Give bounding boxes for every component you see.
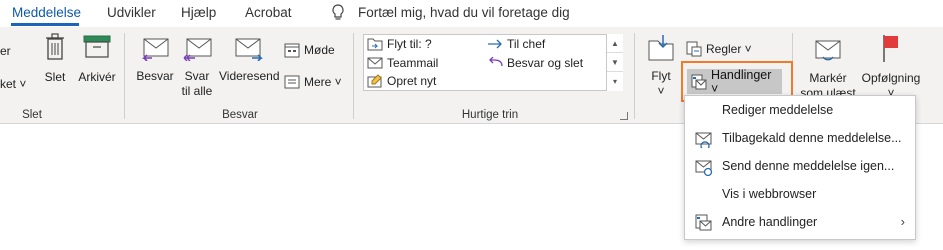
menu-item-label: Andre handlinger xyxy=(722,215,818,229)
active-tab-underline xyxy=(11,23,79,26)
calendar-icon xyxy=(284,43,300,58)
tab-acrobat[interactable]: Acrobat xyxy=(245,5,292,20)
move-icon xyxy=(648,35,674,61)
menu-item-label: Rediger meddelelse xyxy=(722,103,834,117)
more-label: Mere ˅ xyxy=(304,75,342,89)
recall-icon xyxy=(695,130,713,151)
meeting-button[interactable]: Møde xyxy=(284,42,335,58)
reply-delete-icon xyxy=(489,57,503,67)
quick-step-reply-delete[interactable]: Besvar og slet xyxy=(487,56,583,70)
quick-step-create-new[interactable]: Opret nyt xyxy=(367,74,436,88)
move-folder-icon xyxy=(367,38,383,51)
reply-all-button[interactable]: Svar til alle xyxy=(177,37,217,99)
rules-button[interactable]: Regler ˅ xyxy=(686,41,752,57)
reply-icon xyxy=(142,38,169,62)
mark-unread-icon xyxy=(815,40,841,61)
more-icon xyxy=(284,75,300,89)
menu-item-view-in-browser[interactable]: Vis i webbrowser xyxy=(685,182,915,208)
mark-unread-button[interactable]: Markér som ulæst xyxy=(800,37,856,101)
mark-unread-label: Markér xyxy=(809,71,847,85)
reply-all-label-2: til alle xyxy=(181,84,213,98)
group-separator xyxy=(353,33,354,119)
move-label: Flyt xyxy=(651,69,671,83)
quick-step-label: Besvar og slet xyxy=(507,56,584,70)
forward-button[interactable]: Videresend xyxy=(219,37,280,84)
group-separator xyxy=(634,33,635,119)
arrow-right-icon xyxy=(488,39,502,49)
quick-step-to-manager[interactable]: Til chef xyxy=(487,37,545,51)
quick-step-label: Teammail xyxy=(387,56,439,70)
tab-meddelelse[interactable]: Meddelelse xyxy=(12,5,81,20)
lightbulb-icon xyxy=(331,4,345,25)
menu-item-label: Vis i webbrowser xyxy=(722,187,817,201)
reply-button[interactable]: Besvar xyxy=(135,37,175,84)
tell-me-search[interactable]: Fortæl mig, hvad du vil foretage dig xyxy=(358,5,570,20)
quick-step-move-to[interactable]: Flyt til: ? xyxy=(367,37,432,51)
menu-item-label: Tilbagekald denne meddelelse... xyxy=(722,131,902,145)
rules-label: Regler ˅ xyxy=(706,42,752,56)
archive-label: Arkivér xyxy=(78,70,116,84)
group-label-slet: Slet xyxy=(22,109,42,121)
forward-icon xyxy=(235,38,263,62)
menu-item-other-actions[interactable]: Andre handlinger › xyxy=(685,210,915,236)
follow-up-label: Opfølgning xyxy=(861,71,921,85)
menu-item-label: Send denne meddelelse igen... xyxy=(722,159,895,173)
resend-icon xyxy=(695,158,713,177)
trash-icon xyxy=(46,33,64,60)
quick-step-label: Opret nyt xyxy=(387,74,437,88)
quick-step-label: Til chef xyxy=(507,37,546,51)
other-actions-icon xyxy=(695,214,713,232)
quick-step-label: Flyt til: ? xyxy=(387,37,432,51)
more-reply-button[interactable]: Mere ˅ xyxy=(284,74,342,90)
archive-button[interactable]: Arkivér xyxy=(76,33,118,85)
tab-hjaelp[interactable]: Hjælp xyxy=(181,5,216,20)
tab-udvikler[interactable]: Udvikler xyxy=(107,5,156,20)
delete-button[interactable]: Slet xyxy=(40,33,70,85)
dialog-launcher-icon[interactable] xyxy=(620,112,628,120)
group-label-hurtige-trin: Hurtige trin xyxy=(461,109,519,121)
partial-label-top[interactable]: er xyxy=(0,44,11,59)
rules-icon xyxy=(686,41,702,57)
move-button[interactable]: Flyt ˅ xyxy=(644,33,678,99)
ribbon-tab-bar: Meddelelse Udvikler Hjælp Acrobat Fortæl… xyxy=(0,0,943,26)
delete-label: Slet xyxy=(44,70,66,84)
partial-label-bottom[interactable]: ket ˅ xyxy=(0,77,26,92)
quick-step-team-mail[interactable]: Teammail xyxy=(367,56,438,70)
quick-steps-scrollbar[interactable]: ▲ ▼ ▾ xyxy=(606,34,623,91)
forward-label: Videresend xyxy=(219,69,280,83)
new-step-icon xyxy=(367,74,382,88)
follow-up-button[interactable]: Opfølgning ˅ xyxy=(858,33,924,101)
move-chevron: ˅ xyxy=(657,84,665,98)
team-mail-icon xyxy=(367,57,383,69)
reply-label: Besvar xyxy=(136,69,174,83)
actions-dropdown-menu: Rediger meddelelse Tilbagekald denne med… xyxy=(684,95,916,240)
meeting-label: Møde xyxy=(304,43,335,57)
menu-item-edit-message[interactable]: Rediger meddelelse xyxy=(685,98,915,124)
menu-item-resend-message[interactable]: Send denne meddelelse igen... xyxy=(685,154,915,180)
scroll-up-icon[interactable]: ▲ xyxy=(607,34,623,53)
archive-icon xyxy=(83,35,111,58)
flag-icon xyxy=(883,35,898,62)
reply-all-label: Svar xyxy=(184,69,210,83)
group-label-besvar: Besvar xyxy=(222,109,258,121)
expand-gallery-icon[interactable]: ▾ xyxy=(607,72,623,91)
group-separator xyxy=(124,33,125,119)
reply-all-icon xyxy=(183,38,212,62)
menu-item-recall-message[interactable]: Tilbagekald denne meddelelse... xyxy=(685,126,915,152)
scroll-down-icon[interactable]: ▼ xyxy=(607,53,623,72)
submenu-arrow-icon: › xyxy=(900,214,905,229)
